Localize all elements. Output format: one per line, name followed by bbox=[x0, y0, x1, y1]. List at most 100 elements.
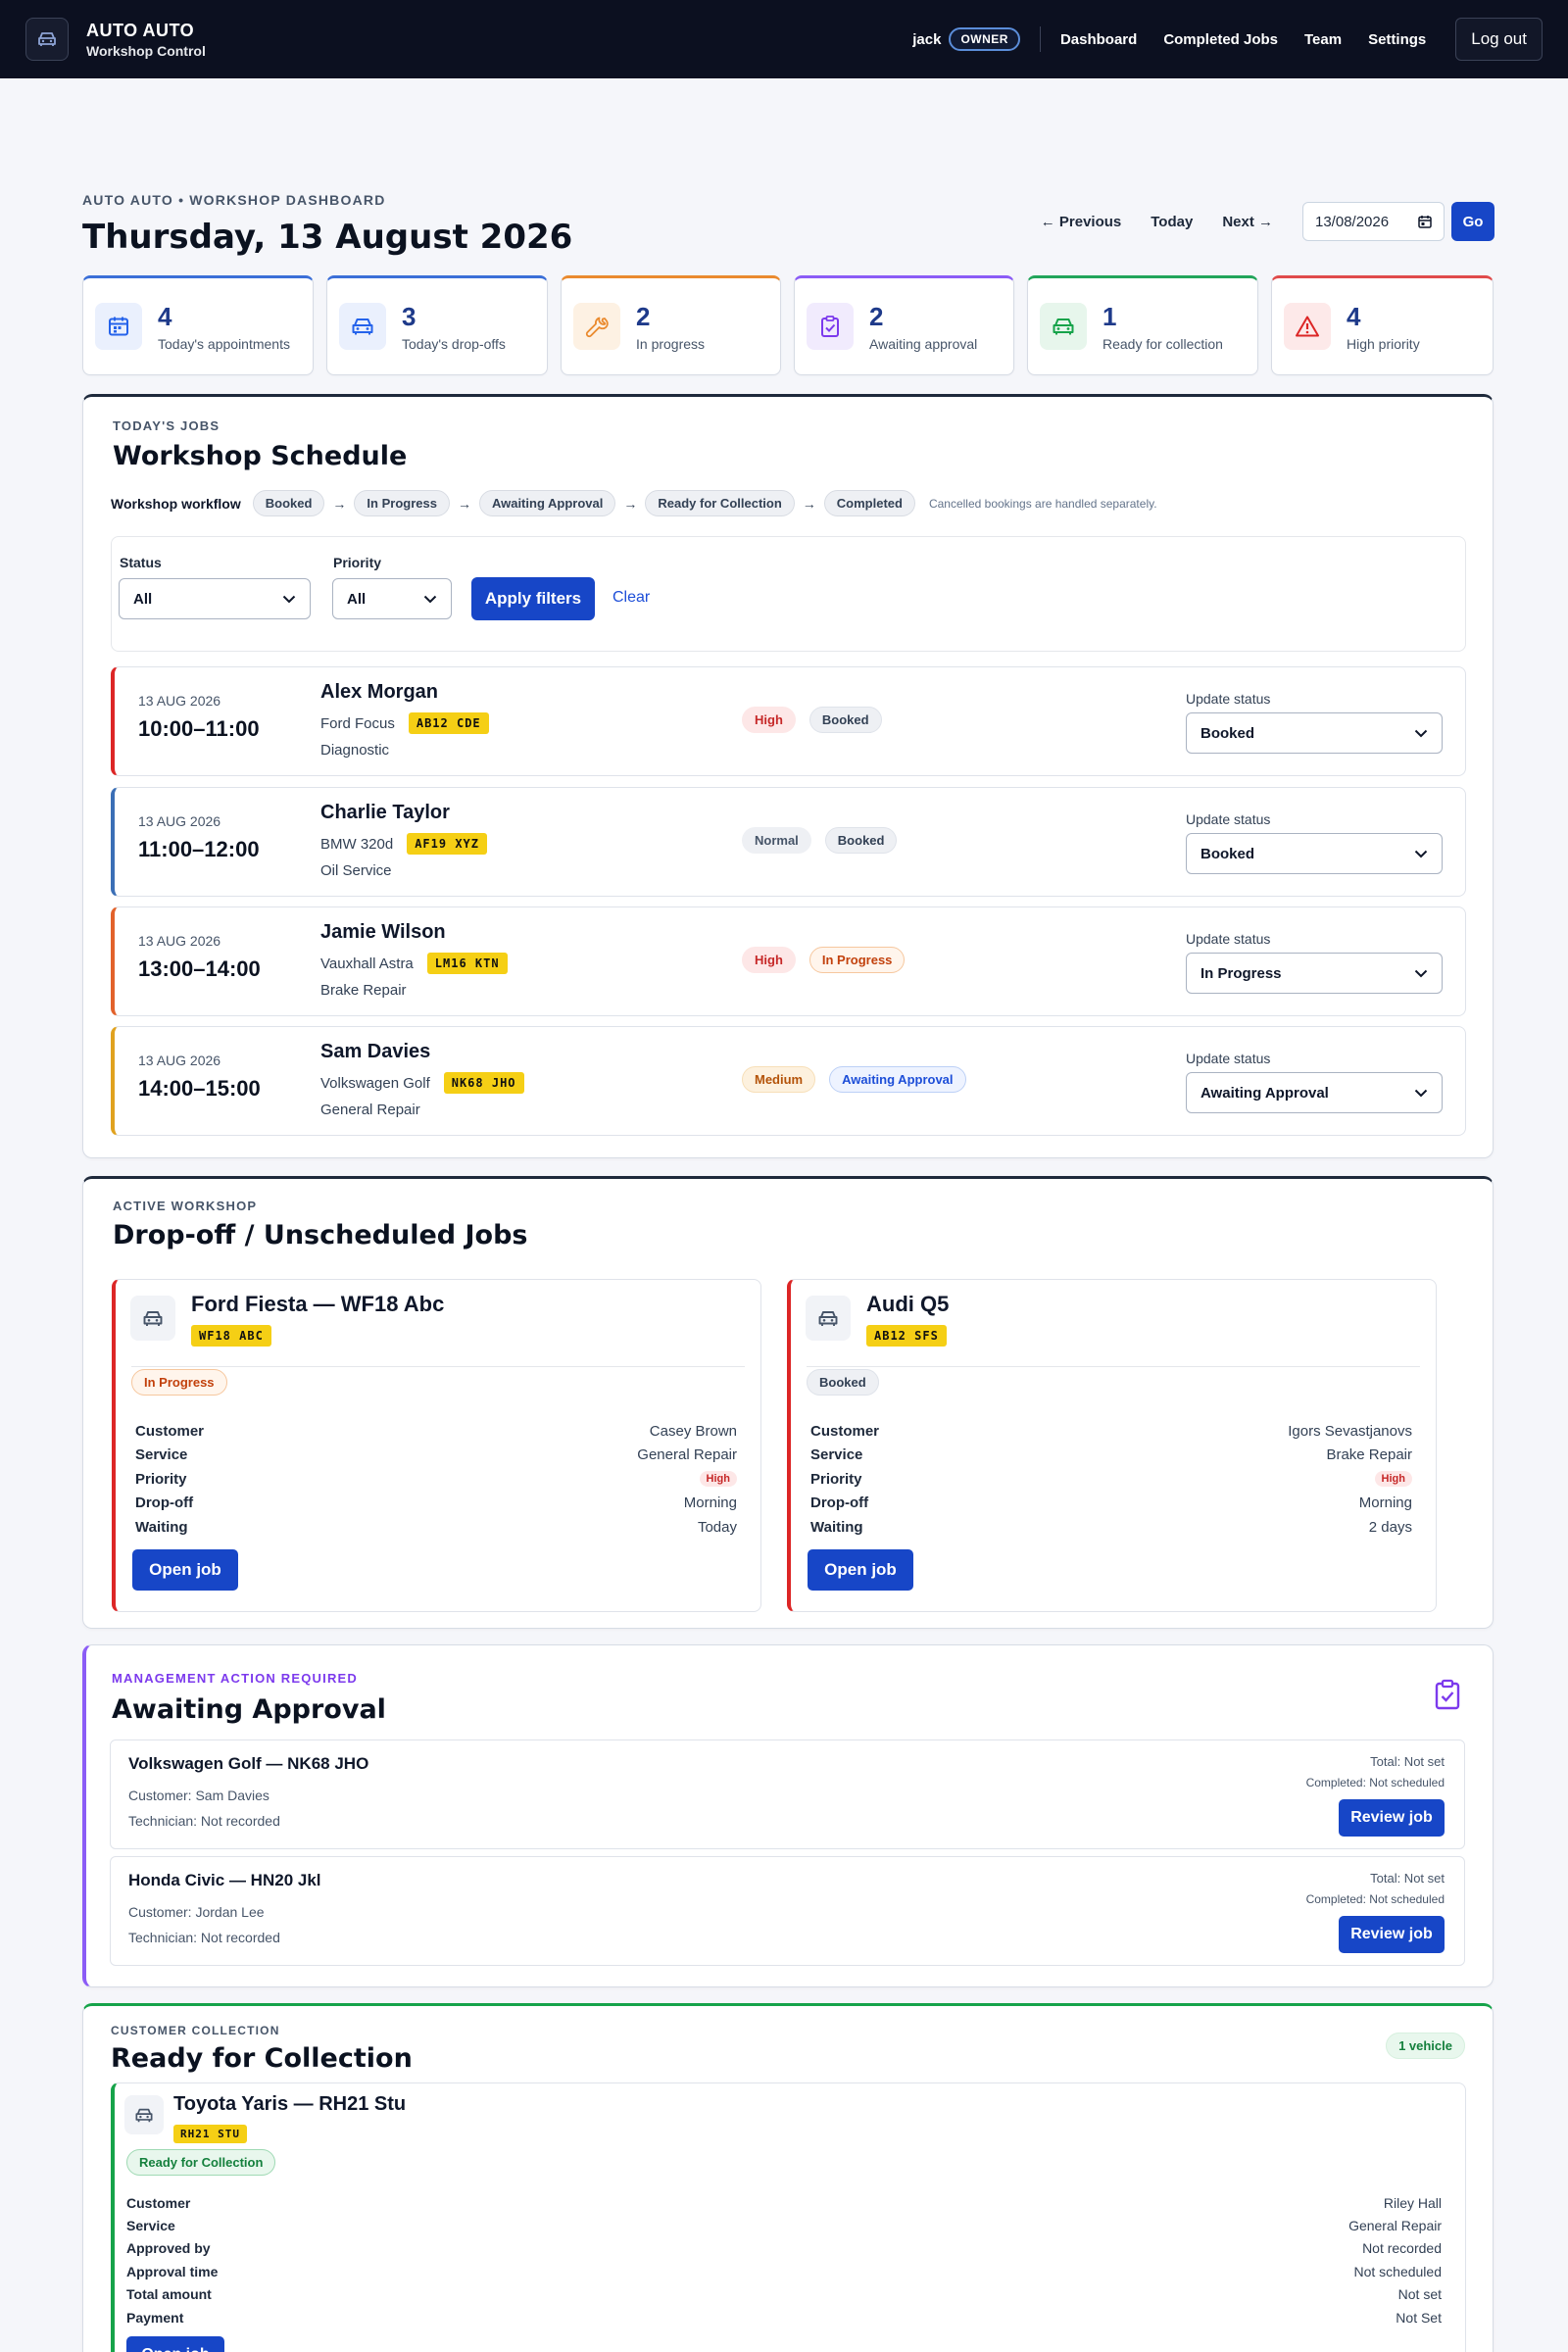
nav-team[interactable]: Team bbox=[1304, 31, 1342, 48]
vehicle-title: Ford Fiesta — WF18 Abc bbox=[191, 1292, 445, 1316]
brand-car-icon bbox=[25, 18, 69, 61]
clear-filters-link[interactable]: Clear bbox=[612, 589, 650, 607]
registration-plate: NK68 JHO bbox=[443, 1072, 524, 1094]
registration-plate: AB12 CDE bbox=[408, 712, 489, 734]
priority-badge: High bbox=[1374, 1471, 1412, 1488]
schedule-job-row[interactable]: 13 AUG 2026 11:00–12:00 Charlie Taylor B… bbox=[111, 787, 1466, 897]
detail-label: Service bbox=[810, 1446, 863, 1464]
nav-settings[interactable]: Settings bbox=[1368, 31, 1426, 48]
top-bar: AUTO AUTO Workshop Control jack OWNER Da… bbox=[0, 0, 1568, 78]
stat-value: 4 bbox=[1347, 301, 1361, 331]
open-job-button[interactable]: Open job bbox=[132, 1549, 238, 1591]
detail-label: Payment bbox=[126, 2309, 184, 2326]
update-status-select[interactable]: Booked bbox=[1186, 712, 1443, 754]
job-date: 13 AUG 2026 bbox=[138, 813, 221, 829]
detail-value: Riley Hall bbox=[1383, 2194, 1442, 2211]
detail-value: Brake Repair bbox=[1326, 1446, 1412, 1464]
brand-name: AUTO AUTO bbox=[86, 20, 195, 40]
detail-label: Drop-off bbox=[135, 1494, 194, 1512]
stat-label: In progress bbox=[636, 335, 706, 352]
priority-filter-select[interactable]: All bbox=[332, 578, 452, 619]
registration-plate: RH21 STU bbox=[173, 2125, 247, 2143]
detail-value: Morning bbox=[1358, 1494, 1412, 1512]
stat-appointments: 4 Today's appointments bbox=[82, 275, 314, 375]
go-button[interactable]: Go bbox=[1451, 202, 1494, 241]
logout-button[interactable]: Log out bbox=[1455, 18, 1543, 61]
arrow-right-icon: → bbox=[623, 495, 638, 512]
warning-icon bbox=[1284, 303, 1331, 350]
detail-value: General Repair bbox=[637, 1446, 737, 1464]
update-status-label: Update status bbox=[1186, 1051, 1271, 1066]
dropoff-title: Drop-off / Unscheduled Jobs bbox=[113, 1220, 528, 1250]
chevron-down-icon bbox=[1414, 1089, 1428, 1098]
job-time: 11:00–12:00 bbox=[138, 837, 260, 861]
detail-label: Customer bbox=[810, 1422, 880, 1440]
previous-day-link[interactable]: ← Previous bbox=[1041, 214, 1122, 230]
approval-title: Awaiting Approval bbox=[112, 1694, 386, 1725]
schedule-job-row[interactable]: 13 AUG 2026 10:00–11:00 Alex Morgan Ford… bbox=[111, 666, 1466, 776]
nav-completed-jobs[interactable]: Completed Jobs bbox=[1163, 31, 1278, 48]
open-job-button[interactable]: Open job bbox=[808, 1549, 913, 1591]
registration-plate: WF18 ABC bbox=[191, 1325, 271, 1347]
open-job-button[interactable]: Open job bbox=[126, 2336, 224, 2352]
update-status-select[interactable]: Booked bbox=[1186, 833, 1443, 874]
status-filter-select[interactable]: All bbox=[119, 578, 311, 619]
chevron-down-icon bbox=[423, 595, 437, 604]
next-day-link[interactable]: Next → bbox=[1222, 214, 1273, 230]
priority-filter-label: Priority bbox=[333, 555, 382, 570]
review-job-button[interactable]: Review job bbox=[1339, 1799, 1445, 1837]
schedule-panel: TODAY'S JOBS Workshop Schedule Workshop … bbox=[82, 394, 1494, 1158]
detail-value: 2 days bbox=[1368, 1518, 1412, 1536]
dropoff-panel: ACTIVE WORKSHOP Drop-off / Unscheduled J… bbox=[82, 1176, 1494, 1629]
workflow-step: Awaiting Approval bbox=[478, 490, 616, 516]
priority-badge: Medium bbox=[742, 1066, 816, 1093]
registration-plate: LM16 KTN bbox=[426, 953, 508, 974]
detail-value: General Repair bbox=[1348, 2218, 1442, 2234]
date-navigation: ← Previous Today Next → 13/08/2026 Go bbox=[1041, 202, 1494, 241]
apply-filters-button[interactable]: Apply filters bbox=[471, 577, 595, 620]
detail-value: Not set bbox=[1397, 2286, 1442, 2303]
job-time: 14:00–15:00 bbox=[138, 1076, 261, 1101]
dropoff-eyebrow: ACTIVE WORKSHOP bbox=[113, 1199, 258, 1213]
date-input-value: 13/08/2026 bbox=[1315, 213, 1390, 230]
stat-value: 2 bbox=[869, 301, 884, 331]
customer-name: Alex Morgan bbox=[320, 681, 439, 703]
schedule-job-row[interactable]: 13 AUG 2026 14:00–15:00 Sam Davies Volks… bbox=[111, 1026, 1466, 1136]
vehicle-count: 1 vehicle bbox=[1386, 2033, 1465, 2059]
review-job-button[interactable]: Review job bbox=[1339, 1916, 1445, 1953]
today-link[interactable]: Today bbox=[1151, 214, 1193, 230]
stat-label: High priority bbox=[1347, 335, 1420, 352]
approval-technician: Technician: Not recorded bbox=[128, 1930, 280, 1945]
status-badge: Ready for Collection bbox=[126, 2149, 276, 2176]
schedule-title: Workshop Schedule bbox=[113, 441, 408, 471]
dropoff-card: Audi Q5 AB12 SFS Booked Customer Igors Se… bbox=[787, 1279, 1437, 1612]
update-status-select[interactable]: Awaiting Approval bbox=[1186, 1072, 1443, 1113]
workflow-label: Workshop workflow bbox=[111, 495, 241, 512]
car-icon bbox=[339, 303, 386, 350]
approval-item: Honda Civic — HN20 Jkl Customer: Jordan … bbox=[110, 1856, 1465, 1966]
stat-awaiting-approval: 2 Awaiting approval bbox=[794, 275, 1014, 375]
service-type: Diagnostic bbox=[320, 742, 390, 759]
detail-label: Waiting bbox=[810, 1518, 863, 1536]
vehicle-details: Customer Igors Sevastjanovs Service Brake … bbox=[810, 1419, 1412, 1540]
date-input[interactable]: 13/08/2026 bbox=[1302, 202, 1445, 241]
detail-value: Casey Brown bbox=[649, 1422, 737, 1440]
detail-value: Not scheduled bbox=[1353, 2263, 1442, 2279]
approval-eyebrow: MANAGEMENT ACTION REQUIRED bbox=[112, 1671, 358, 1686]
divider bbox=[131, 1366, 745, 1367]
page-eyebrow: AUTO AUTO • WORKSHOP DASHBOARD bbox=[82, 192, 386, 208]
nav-dashboard[interactable]: Dashboard bbox=[1060, 31, 1137, 48]
chevron-down-icon bbox=[1414, 729, 1428, 738]
job-date: 13 AUG 2026 bbox=[138, 693, 221, 709]
priority-badge: High bbox=[699, 1471, 737, 1488]
car-icon bbox=[130, 1296, 175, 1341]
update-status-select[interactable]: In Progress bbox=[1186, 953, 1443, 994]
collection-details: Customer Riley Hall Service General Repair… bbox=[126, 2191, 1442, 2328]
stat-label: Today's appointments bbox=[158, 335, 290, 352]
vehicle-model: Volkswagen Golf bbox=[320, 1074, 430, 1092]
vehicle-title: Volkswagen Golf — NK68 JHO bbox=[128, 1754, 369, 1773]
workflow-steps: Workshop workflow Booked → In Progress →… bbox=[111, 490, 1157, 516]
status-badge: In Progress bbox=[808, 947, 906, 973]
schedule-job-row[interactable]: 13 AUG 2026 13:00–14:00 Jamie Wilson Vau… bbox=[111, 906, 1466, 1016]
stat-label: Today's drop-offs bbox=[402, 335, 506, 352]
